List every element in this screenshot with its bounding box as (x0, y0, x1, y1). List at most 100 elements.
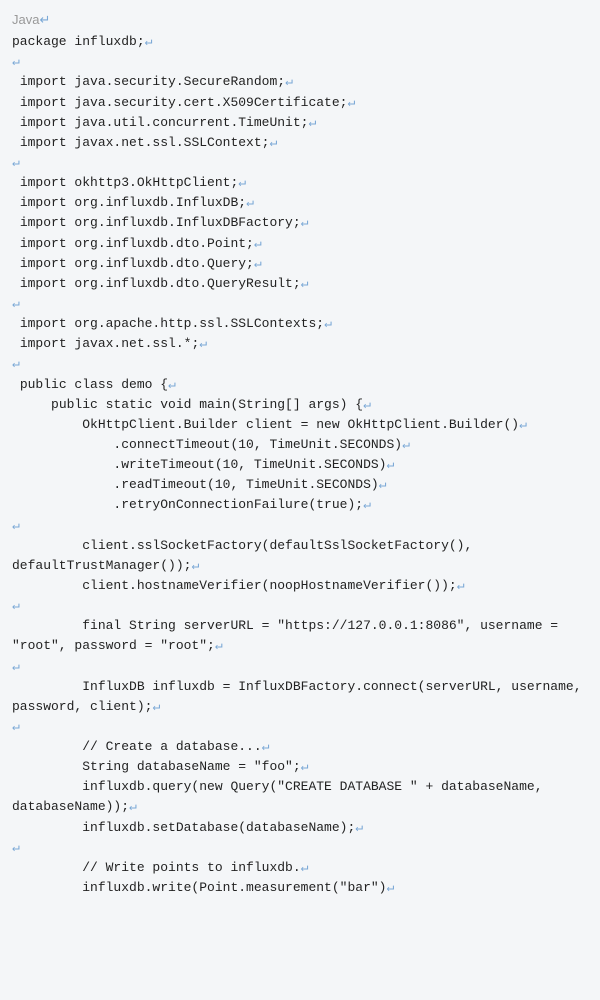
newline-arrow-icon: ↵ (347, 95, 355, 110)
code-line: final String serverURL = "https://127.0.… (12, 616, 588, 656)
code-line: import org.apache.http.ssl.SSLContexts;↵ (12, 314, 588, 334)
newline-arrow-icon: ↵ (238, 175, 246, 190)
newline-arrow-icon: ↵ (363, 397, 371, 412)
newline-arrow-icon: ↵ (12, 598, 20, 613)
code-line: import org.influxdb.dto.Query;↵ (12, 254, 588, 274)
code-text: InfluxDB influxdb = InfluxDBFactory.conn… (12, 679, 589, 714)
code-text: import org.influxdb.dto.Query; (12, 256, 254, 271)
code-line: ↵ (12, 52, 588, 72)
newline-arrow-icon: ↵ (386, 880, 394, 895)
code-text: import org.influxdb.InfluxDB; (12, 195, 246, 210)
code-text: // Create a database... (12, 739, 262, 754)
code-line: ↵ (12, 838, 588, 858)
code-line: .writeTimeout(10, TimeUnit.SECONDS)↵ (12, 455, 588, 475)
newline-arrow-icon: ↵ (363, 497, 371, 512)
newline-arrow-icon: ↵ (269, 135, 277, 150)
language-label-text: Java (12, 12, 39, 27)
code-text: client.hostnameVerifier(noopHostnameVeri… (12, 578, 457, 593)
code-line: influxdb.write(Point.measurement("bar")↵ (12, 878, 588, 898)
newline-arrow-icon: ↵ (12, 54, 20, 69)
code-line: .readTimeout(10, TimeUnit.SECONDS)↵ (12, 475, 588, 495)
language-label: Java↵ (12, 10, 588, 30)
code-line: OkHttpClient.Builder client = new OkHttp… (12, 415, 588, 435)
code-text: String databaseName = "foo"; (12, 759, 301, 774)
code-line: import okhttp3.OkHttpClient;↵ (12, 173, 588, 193)
code-text: import java.security.cert.X509Certificat… (12, 95, 347, 110)
newline-arrow-icon: ↵ (39, 12, 50, 27)
code-line: .retryOnConnectionFailure(true);↵ (12, 495, 588, 515)
code-line: import java.security.SecureRandom;↵ (12, 72, 588, 92)
code-line: ↵ (12, 657, 588, 677)
newline-arrow-icon: ↵ (12, 840, 20, 855)
newline-arrow-icon: ↵ (308, 115, 316, 130)
newline-arrow-icon: ↵ (12, 296, 20, 311)
code-text: final String serverURL = "https://127.0.… (12, 618, 566, 653)
code-text: public static void main(String[] args) { (12, 397, 363, 412)
code-text: influxdb.write(Point.measurement("bar") (12, 880, 386, 895)
code-line: ↵ (12, 516, 588, 536)
code-line: client.hostnameVerifier(noopHostnameVeri… (12, 576, 588, 596)
code-line: // Write points to influxdb.↵ (12, 858, 588, 878)
newline-arrow-icon: ↵ (12, 719, 20, 734)
code-line: ↵ (12, 153, 588, 173)
code-line: String databaseName = "foo";↵ (12, 757, 588, 777)
code-text: import okhttp3.OkHttpClient; (12, 175, 238, 190)
code-text: import org.influxdb.dto.Point; (12, 236, 254, 251)
code-text: OkHttpClient.Builder client = new OkHttp… (12, 417, 519, 432)
code-text: import org.influxdb.dto.QueryResult; (12, 276, 301, 291)
code-text: import org.influxdb.InfluxDBFactory; (12, 215, 301, 230)
code-text: .connectTimeout(10, TimeUnit.SECONDS) (12, 437, 402, 452)
newline-arrow-icon: ↵ (519, 417, 527, 432)
newline-arrow-icon: ↵ (12, 155, 20, 170)
code-text: .readTimeout(10, TimeUnit.SECONDS) (12, 477, 379, 492)
code-text: .writeTimeout(10, TimeUnit.SECONDS) (12, 457, 386, 472)
code-line: // Create a database...↵ (12, 737, 588, 757)
code-line: ↵ (12, 596, 588, 616)
code-line: ↵ (12, 354, 588, 374)
newline-arrow-icon: ↵ (301, 276, 309, 291)
code-line: import org.influxdb.dto.Point;↵ (12, 234, 588, 254)
code-line: .connectTimeout(10, TimeUnit.SECONDS)↵ (12, 435, 588, 455)
code-text: import java.security.SecureRandom; (12, 74, 285, 89)
code-line: ↵ (12, 717, 588, 737)
code-text: .retryOnConnectionFailure(true); (12, 497, 363, 512)
newline-arrow-icon: ↵ (145, 34, 153, 49)
code-text: package influxdb; (12, 34, 145, 49)
newline-arrow-icon: ↵ (129, 799, 137, 814)
newline-arrow-icon: ↵ (191, 558, 199, 573)
newline-arrow-icon: ↵ (254, 236, 262, 251)
code-text: client.sslSocketFactory(defaultSslSocket… (12, 538, 480, 573)
code-line: InfluxDB influxdb = InfluxDBFactory.conn… (12, 677, 588, 717)
code-text: import java.util.concurrent.TimeUnit; (12, 115, 308, 130)
newline-arrow-icon: ↵ (301, 759, 309, 774)
newline-arrow-icon: ↵ (12, 518, 20, 533)
newline-arrow-icon: ↵ (285, 74, 293, 89)
code-text: influxdb.setDatabase(databaseName); (12, 820, 355, 835)
code-text: public class demo { (12, 377, 168, 392)
newline-arrow-icon: ↵ (152, 699, 160, 714)
newline-arrow-icon: ↵ (246, 195, 254, 210)
code-line: influxdb.query(new Query("CREATE DATABAS… (12, 777, 588, 817)
code-text: import javax.net.ssl.*; (12, 336, 199, 351)
code-line: import javax.net.ssl.*;↵ (12, 334, 588, 354)
code-line: import javax.net.ssl.SSLContext;↵ (12, 133, 588, 153)
newline-arrow-icon: ↵ (379, 477, 387, 492)
code-text: import javax.net.ssl.SSLContext; (12, 135, 269, 150)
code-block: package influxdb;↵↵ import java.security… (12, 32, 588, 898)
code-line: import java.security.cert.X509Certificat… (12, 93, 588, 113)
newline-arrow-icon: ↵ (262, 739, 270, 754)
code-line: public class demo {↵ (12, 375, 588, 395)
code-text: influxdb.query(new Query("CREATE DATABAS… (12, 779, 550, 814)
code-line: ↵ (12, 294, 588, 314)
newline-arrow-icon: ↵ (199, 336, 207, 351)
newline-arrow-icon: ↵ (355, 820, 363, 835)
newline-arrow-icon: ↵ (457, 578, 465, 593)
code-line: import org.influxdb.InfluxDB;↵ (12, 193, 588, 213)
code-line: import org.influxdb.InfluxDBFactory;↵ (12, 213, 588, 233)
newline-arrow-icon: ↵ (386, 457, 394, 472)
newline-arrow-icon: ↵ (301, 860, 309, 875)
code-line: import java.util.concurrent.TimeUnit;↵ (12, 113, 588, 133)
code-text: import org.apache.http.ssl.SSLContexts; (12, 316, 324, 331)
newline-arrow-icon: ↵ (254, 256, 262, 271)
newline-arrow-icon: ↵ (215, 638, 223, 653)
